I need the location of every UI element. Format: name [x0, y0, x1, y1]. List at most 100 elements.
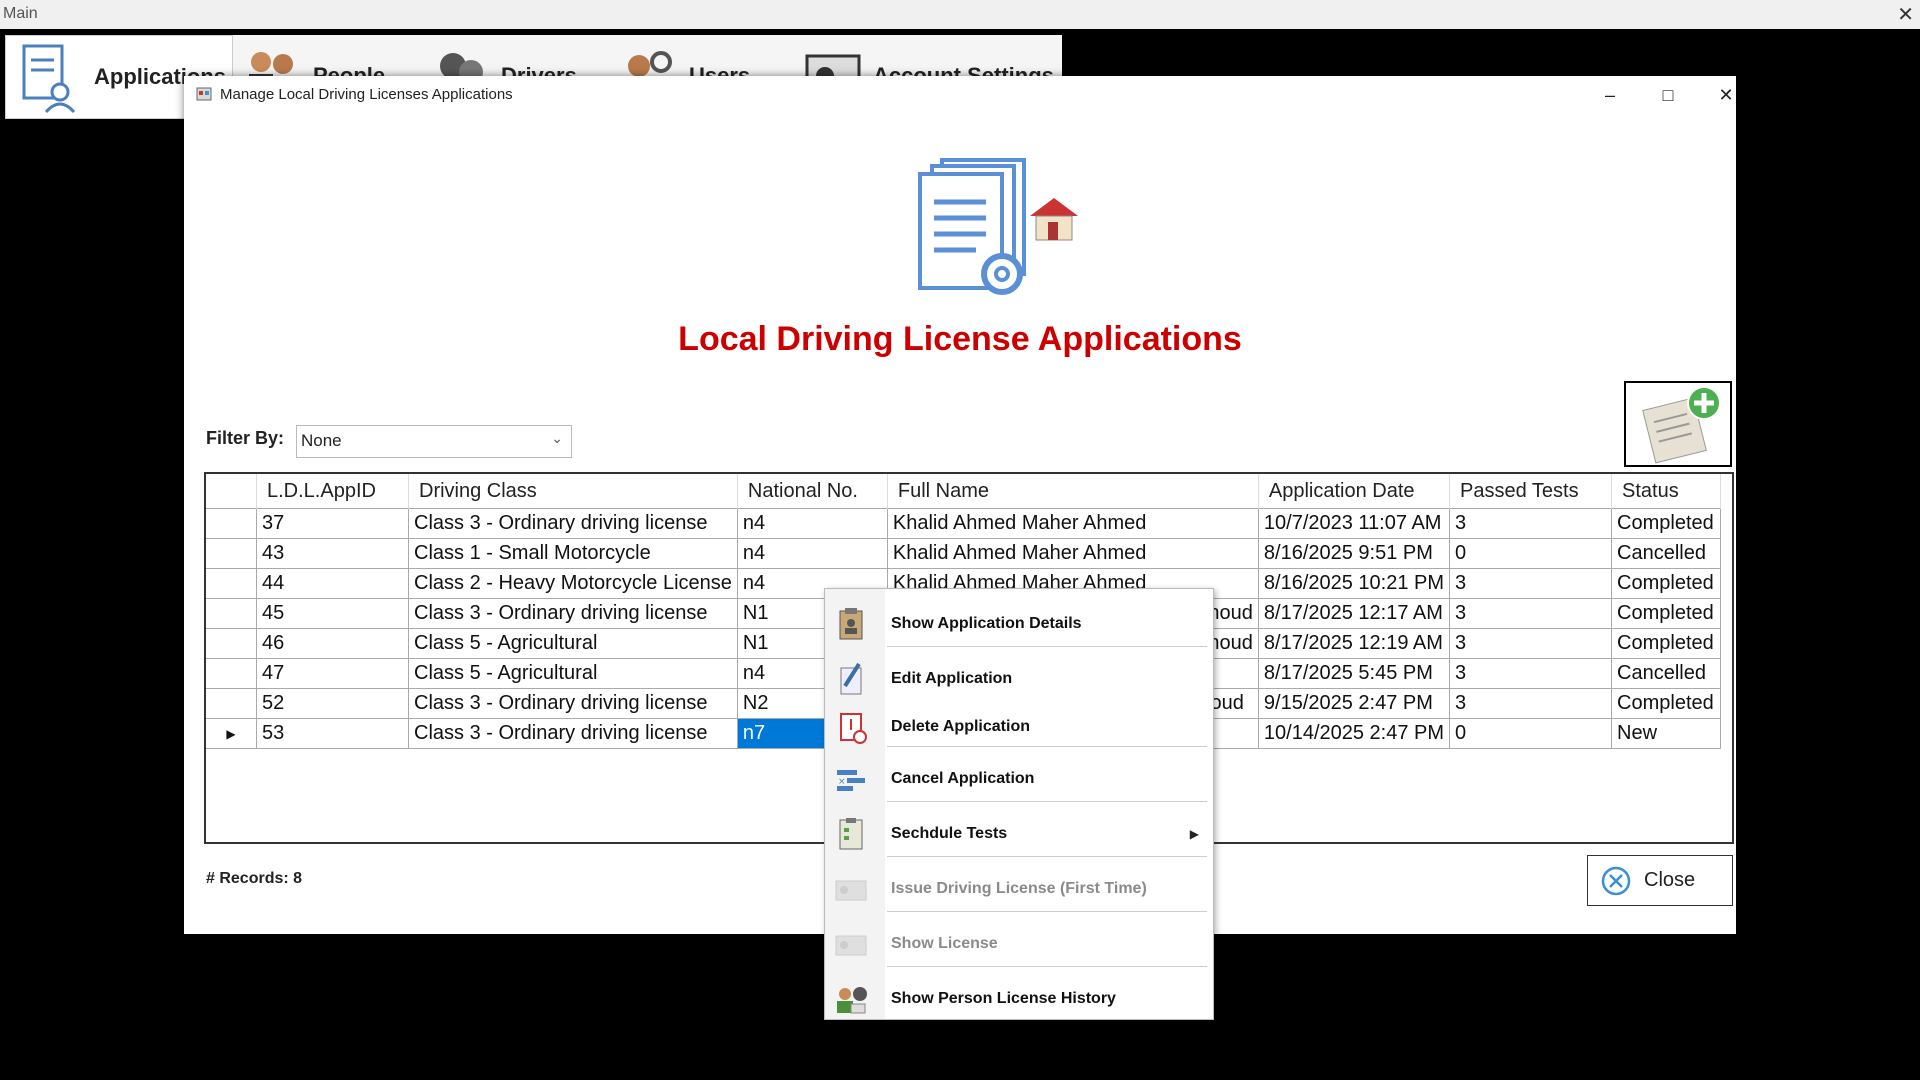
license-card-icon [835, 880, 867, 901]
menu-item-issue-driving-license[interactable]: Issue Driving License (First Time) [825, 866, 1213, 912]
menu-item-show-license[interactable]: Show License [825, 921, 1213, 967]
maximize-button[interactable]: □ [1648, 82, 1688, 108]
table-cell[interactable]: Class 2 - Heavy Motorcycle License [408, 568, 738, 599]
table-cell[interactable]: Cancelled [1611, 658, 1722, 689]
table-cell[interactable]: Class 5 - Agricultural [408, 658, 738, 689]
cancel-list-icon: × [837, 770, 865, 791]
table-cell[interactable]: 46 [256, 628, 409, 659]
table-cell[interactable]: 8/17/2025 5:45 PM [1257, 658, 1451, 689]
table-cell[interactable]: Class 3 - Ordinary driving license [408, 718, 738, 749]
table-cell[interactable]: Class 5 - Agricultural [408, 628, 738, 659]
table-cell[interactable]: Class 3 - Ordinary driving license [408, 688, 738, 719]
chevron-down-icon[interactable]: ⌄ [551, 430, 563, 447]
filter-by-select[interactable]: None ⌄ [296, 425, 572, 458]
row-header[interactable] [206, 688, 257, 719]
table-cell[interactable]: 9/15/2025 2:47 PM [1257, 688, 1451, 719]
row-header[interactable] [206, 598, 257, 629]
table-cell[interactable]: Class 3 - Ordinary driving license [408, 598, 738, 629]
table-cell[interactable]: 53 [256, 718, 409, 749]
column-header[interactable]: L.D.L.AppID [256, 474, 409, 509]
table-cell[interactable]: Completed [1611, 568, 1722, 599]
table-cell[interactable]: 43 [256, 538, 409, 569]
menu-item-show-person-license-history[interactable]: Show Person License History [825, 976, 1213, 1022]
table-cell[interactable]: 3 [1449, 598, 1613, 629]
edit-document-icon [840, 662, 862, 695]
column-header[interactable]: Full Name [887, 474, 1259, 509]
menu-item-label: Show License [891, 935, 998, 952]
table-cell[interactable]: Completed [1611, 598, 1722, 629]
column-header[interactable]: Status [1611, 474, 1722, 509]
table-cell[interactable]: Khalid Ahmed Maher Ahmed [886, 508, 1259, 539]
window-close-button[interactable]: ✕ [1706, 82, 1746, 108]
row-header[interactable] [206, 508, 257, 539]
table-cell[interactable]: Completed [1611, 688, 1722, 719]
menu-separator [887, 646, 1207, 647]
column-header[interactable]: National No. [737, 474, 888, 509]
row-header[interactable] [206, 538, 257, 569]
row-header[interactable] [206, 658, 257, 689]
menu-item-edit-application[interactable]: Edit Application [825, 656, 1213, 702]
table-cell[interactable]: n4 [736, 538, 888, 569]
filter-by-value: None [301, 431, 342, 450]
menu-item-schedule-tests[interactable]: Sechdule Tests ▶ [825, 811, 1213, 857]
menu-item-delete-application[interactable]: Delete Application [825, 704, 1213, 750]
table-cell[interactable]: 10/7/2023 11:07 AM [1257, 508, 1451, 539]
submenu-arrow-icon: ▶ [1189, 827, 1199, 841]
table-cell[interactable]: 0 [1449, 718, 1613, 749]
license-card-icon [835, 935, 867, 956]
main-window-title: Main [3, 5, 38, 22]
table-cell[interactable]: 0 [1449, 538, 1613, 569]
table-row[interactable]: 37 Class 3 - Ordinary driving license n4… [206, 508, 1722, 539]
clipboard-person-icon [839, 608, 863, 640]
menu-separator [887, 966, 1207, 967]
table-cell[interactable]: 10/14/2025 2:47 PM [1257, 718, 1451, 749]
table-cell[interactable]: Completed [1611, 628, 1722, 659]
table-cell[interactable]: 52 [256, 688, 409, 719]
table-cell[interactable]: New [1611, 718, 1722, 749]
table-cell[interactable]: 45 [256, 598, 409, 629]
table-cell[interactable]: 8/16/2025 9:51 PM [1257, 538, 1451, 569]
table-cell[interactable]: Completed [1611, 508, 1722, 539]
column-header[interactable]: Passed Tests [1449, 474, 1613, 509]
table-cell[interactable]: 3 [1449, 658, 1613, 689]
menu-item-label: Issue Driving License (First Time) [891, 880, 1147, 897]
menu-item-label: Show Person License History [891, 990, 1116, 1007]
menu-item-cancel-application[interactable]: × Cancel Application [825, 756, 1213, 802]
menu-item-show-application-details[interactable]: Show Application Details [825, 601, 1213, 647]
add-application-button[interactable] [1624, 381, 1732, 467]
table-cell[interactable]: 3 [1449, 688, 1613, 719]
column-header[interactable]: Application Date [1258, 474, 1451, 509]
table-cell[interactable]: 3 [1449, 628, 1613, 659]
row-header[interactable] [206, 568, 257, 599]
table-cell[interactable]: n4 [736, 508, 888, 539]
table-cell[interactable]: 3 [1449, 568, 1613, 599]
menu-item-label: Sechdule Tests [891, 825, 1008, 842]
main-close-button[interactable]: ✕ [1897, 2, 1914, 27]
close-button[interactable]: Close [1587, 855, 1733, 906]
child-titlebar: Manage Local Driving Licenses Applicatio… [184, 76, 1736, 112]
table-cell[interactable]: Class 3 - Ordinary driving license [408, 508, 738, 539]
minimize-button[interactable]: – [1590, 82, 1630, 108]
records-label: # Records: [206, 870, 289, 887]
table-cell[interactable]: Class 1 - Small Motorcycle [408, 538, 738, 569]
table-cell[interactable]: Cancelled [1611, 538, 1722, 569]
records-value: 8 [293, 870, 303, 887]
column-header[interactable]: Driving Class [408, 474, 738, 509]
menu-separator [887, 746, 1207, 747]
table-cell[interactable]: 47 [256, 658, 409, 689]
current-row-indicator[interactable]: ▶ [206, 718, 257, 749]
table-cell[interactable]: Khalid Ahmed Maher Ahmed [886, 538, 1259, 569]
row-header[interactable] [206, 628, 257, 659]
table-cell[interactable]: 44 [256, 568, 409, 599]
test-checklist-icon [839, 818, 863, 850]
svg-text:×: × [838, 777, 846, 787]
table-cell[interactable]: 3 [1449, 508, 1613, 539]
table-cell[interactable]: 8/17/2025 12:19 AM [1257, 628, 1451, 659]
table-cell[interactable]: 8/16/2025 10:21 PM [1257, 568, 1451, 599]
table-cell[interactable]: 8/17/2025 12:17 AM [1257, 598, 1451, 629]
records-count: # Records: 8 [206, 870, 302, 888]
child-window-title: Manage Local Driving Licenses Applicatio… [220, 86, 513, 103]
close-button-label: Close [1644, 869, 1696, 891]
table-cell[interactable]: 37 [256, 508, 409, 539]
table-row[interactable]: 43 Class 1 - Small Motorcycle n4 Khalid … [206, 538, 1722, 569]
